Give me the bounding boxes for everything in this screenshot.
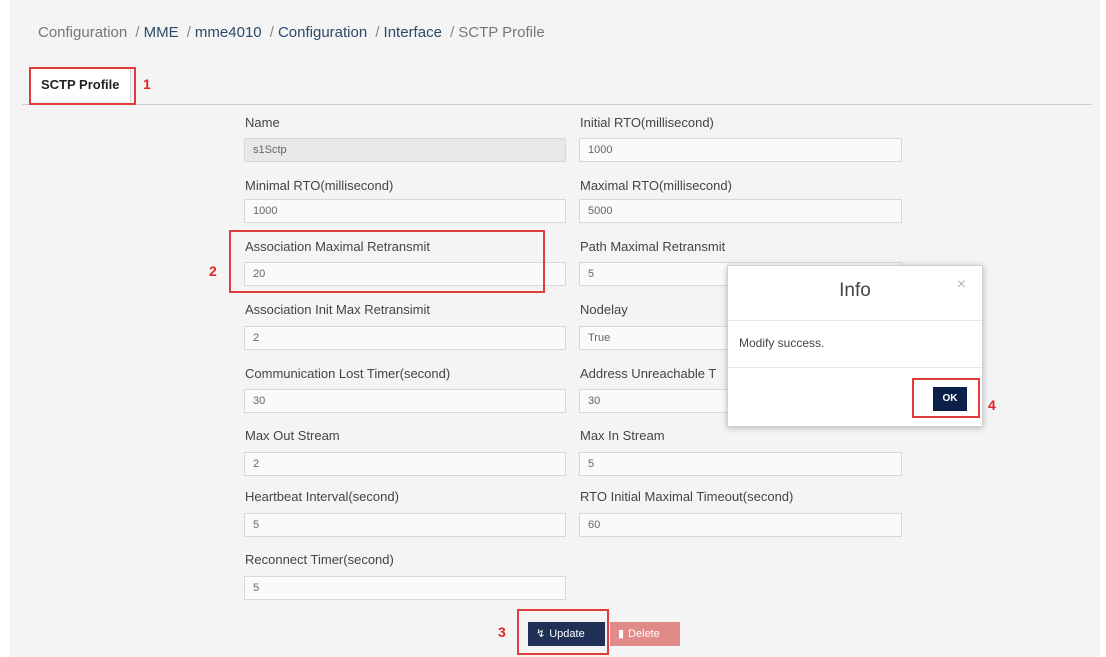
breadcrumb: Configuration / MME / mme4010 /Configurati… (38, 24, 549, 41)
maximal-rto-field[interactable]: 5000 (579, 199, 902, 223)
breadcrumb-item-sctp-profile: SCTP Profile (458, 24, 545, 41)
breadcrumb-item-interface[interactable]: Interface (384, 24, 442, 41)
breadcrumb-item-mme[interactable]: MME (144, 24, 179, 41)
name-field: s1Sctp (244, 138, 566, 162)
reconnect-timer-label: Reconnect Timer(second) (245, 552, 394, 567)
breadcrumb-separator: / (375, 24, 380, 41)
modal-title: Info (839, 280, 871, 301)
comm-lost-timer-label: Communication Lost Timer(second) (245, 366, 451, 381)
path-max-retransmit-label: Path Maximal Retransmit (580, 239, 726, 254)
reconnect-timer-field[interactable]: 5 (244, 576, 566, 600)
close-icon[interactable]: × (957, 276, 966, 294)
max-in-stream-field[interactable]: 5 (579, 452, 902, 476)
annotation-1: 1 (143, 76, 151, 92)
delete-button[interactable]: ▮ Delete (610, 622, 680, 646)
highlight-box-1 (29, 67, 136, 105)
breadcrumb-separator: / (450, 24, 455, 41)
initial-rto-label: Initial RTO(millisecond) (580, 115, 714, 130)
breadcrumb-separator: / (269, 24, 274, 41)
breadcrumb-separator: / (186, 24, 191, 41)
addr-unreachable-label: Address Unreachable T (580, 366, 717, 381)
annotation-3: 3 (498, 624, 506, 640)
heartbeat-interval-field[interactable]: 5 (244, 513, 566, 537)
max-out-stream-field[interactable]: 2 (244, 452, 566, 476)
breadcrumb-item-configuration-2[interactable]: Configuration (278, 24, 367, 41)
rto-init-max-timeout-field[interactable]: 60 (579, 513, 902, 537)
max-out-stream-label: Max Out Stream (245, 428, 340, 443)
highlight-box-2 (229, 230, 545, 293)
assoc-init-max-retransmit-label: Association Init Max Retransimit (245, 302, 430, 317)
highlight-box-4 (912, 378, 980, 418)
max-in-stream-label: Max In Stream (580, 428, 665, 443)
minimal-rto-label: Minimal RTO(millisecond) (245, 178, 394, 193)
heartbeat-interval-label: Heartbeat Interval(second) (245, 489, 399, 504)
delete-button-label: Delete (628, 628, 660, 640)
name-label: Name (245, 115, 280, 130)
nodelay-label: Nodelay (580, 302, 628, 317)
comm-lost-timer-field[interactable]: 30 (244, 389, 566, 413)
tab-bar: SCTP Profile (22, 64, 1092, 105)
assoc-init-max-retransmit-field[interactable]: 2 (244, 326, 566, 350)
breadcrumb-separator: / (135, 24, 140, 41)
rto-init-max-timeout-label: RTO Initial Maximal Timeout(second) (580, 489, 794, 504)
modal-divider (728, 367, 982, 368)
annotation-2: 2 (209, 263, 217, 279)
breadcrumb-item-mme4010[interactable]: mme4010 (195, 24, 262, 41)
maximal-rto-label: Maximal RTO(millisecond) (580, 178, 732, 193)
annotation-4: 4 (988, 397, 996, 413)
breadcrumb-item-configuration[interactable]: Configuration (38, 24, 127, 41)
minimal-rto-field[interactable]: 1000 (244, 199, 566, 223)
initial-rto-field[interactable]: 1000 (579, 138, 902, 162)
trash-icon: ▮ (618, 628, 625, 640)
highlight-box-3 (517, 609, 609, 655)
modal-message: Modify success. (739, 336, 825, 350)
modal-divider (728, 320, 982, 321)
